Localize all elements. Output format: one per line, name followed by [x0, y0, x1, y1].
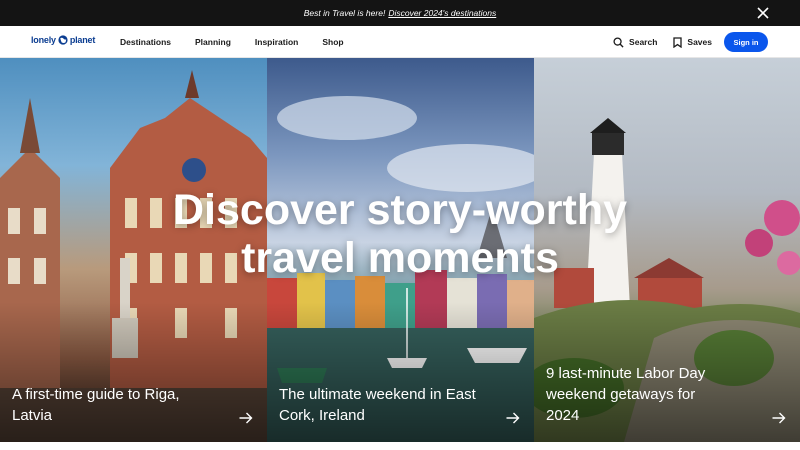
sign-in-button[interactable]: Sign in	[724, 32, 768, 52]
main-nav: lonely planet Destinations Planning Insp…	[0, 26, 800, 58]
story-title-labor-day[interactable]: 9 last-minute Labor Day weekend getaways…	[546, 363, 726, 426]
close-icon[interactable]	[756, 6, 770, 20]
arrow-right-icon[interactable]	[239, 412, 253, 424]
promo-banner: Best in Travel is here! Discover 2024's …	[0, 0, 800, 26]
saves-label: Saves	[687, 37, 712, 47]
arrow-right-icon[interactable]	[506, 412, 520, 424]
arrow-right-icon[interactable]	[772, 412, 786, 424]
nav-menu: Destinations Planning Inspiration Shop	[120, 26, 368, 58]
nav-item-planning[interactable]: Planning	[195, 37, 231, 47]
search-icon	[613, 36, 624, 48]
search-button[interactable]: Search	[613, 36, 658, 48]
globe-icon	[58, 35, 68, 45]
nav-item-shop[interactable]: Shop	[322, 37, 343, 47]
promo-banner-text: Best in Travel is here!	[303, 8, 386, 18]
story-card-riga[interactable]: A first-time guide to Riga, Latvia	[0, 58, 267, 442]
story-card-east-cork[interactable]: The ultimate weekend in East Cork, Irela…	[267, 58, 534, 442]
search-label: Search	[629, 37, 658, 47]
logo-text-lonely: lonely	[31, 35, 56, 45]
bookmark-icon	[673, 36, 683, 48]
saves-button[interactable]: Saves	[673, 36, 712, 48]
promo-banner-link[interactable]: Discover 2024's destinations	[388, 8, 496, 18]
logo-text-planet: planet	[69, 35, 96, 45]
story-title-east-cork[interactable]: The ultimate weekend in East Cork, Irela…	[279, 384, 479, 426]
site-logo[interactable]: lonely planet	[31, 35, 95, 45]
story-title-riga[interactable]: A first-time guide to Riga, Latvia	[12, 384, 212, 426]
nav-item-inspiration[interactable]: Inspiration	[255, 37, 298, 47]
hero-section: A first-time guide to Riga, Latvia The u…	[0, 58, 800, 442]
story-card-labor-day[interactable]: 9 last-minute Labor Day weekend getaways…	[534, 58, 800, 442]
nav-item-destinations[interactable]: Destinations	[120, 37, 171, 47]
nav-tools: Search Saves Sign in	[597, 26, 768, 58]
